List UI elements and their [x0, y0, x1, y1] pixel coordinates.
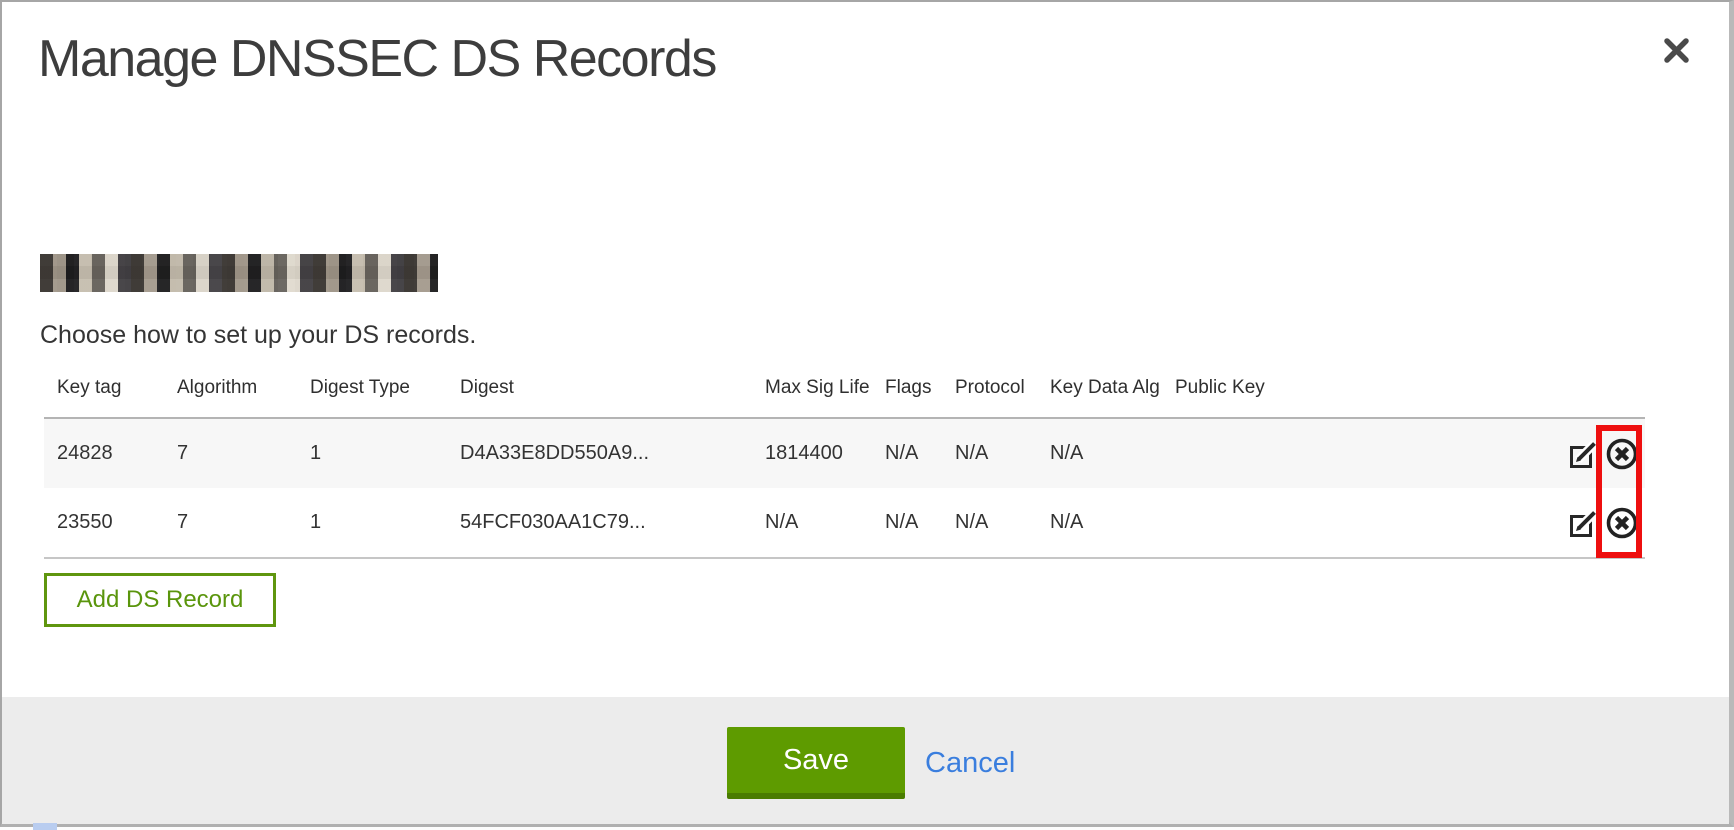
column-header-actions — [1344, 370, 1645, 418]
instruction-text: Choose how to set up your DS records. — [40, 321, 476, 350]
cell-protocol: N/A — [942, 418, 1037, 488]
page-background: Manage DNSSEC DS Records Choose how to s… — [0, 0, 1734, 830]
edit-record-icon — [1568, 508, 1598, 538]
delete-record-icon — [1605, 506, 1639, 540]
cell-flags: N/A — [872, 488, 942, 558]
cell-actions — [1344, 418, 1645, 488]
cell-max-sig-life: N/A — [752, 488, 872, 558]
column-header-digest-type: Digest Type — [297, 370, 447, 418]
cell-algorithm: 7 — [164, 488, 297, 558]
cell-key-tag: 24828 — [44, 418, 164, 488]
column-header-public-key: Public Key — [1162, 370, 1344, 418]
cell-public-key — [1162, 488, 1344, 558]
column-header-flags: Flags — [872, 370, 942, 418]
column-header-key-tag: Key tag — [44, 370, 164, 418]
table-header-row: Key tag Algorithm Digest Type Digest Max… — [44, 370, 1645, 418]
redacted-domain-name — [40, 254, 438, 292]
edit-record-icon — [1568, 439, 1598, 469]
cell-key-tag: 23550 — [44, 488, 164, 558]
edit-record-button[interactable] — [1568, 439, 1598, 469]
cell-protocol: N/A — [942, 488, 1037, 558]
cell-digest-type: 1 — [297, 418, 447, 488]
cancel-link[interactable]: Cancel — [925, 747, 1015, 780]
column-header-protocol: Protocol — [942, 370, 1037, 418]
table-row: 23550 7 1 54FCF030AA1C79... N/A N/A N/A … — [44, 488, 1645, 558]
edit-record-button[interactable] — [1568, 508, 1598, 538]
cell-digest-type: 1 — [297, 488, 447, 558]
cell-algorithm: 7 — [164, 418, 297, 488]
close-icon — [1663, 37, 1690, 64]
delete-record-button[interactable] — [1605, 437, 1639, 471]
background-page-fragment — [33, 823, 57, 830]
save-button[interactable]: Save — [727, 727, 905, 799]
cell-key-data-alg: N/A — [1037, 488, 1162, 558]
column-header-key-data-alg: Key Data Alg — [1037, 370, 1162, 418]
column-header-algorithm: Algorithm — [164, 370, 297, 418]
cell-key-data-alg: N/A — [1037, 418, 1162, 488]
manage-dnssec-dialog: Manage DNSSEC DS Records Choose how to s… — [0, 0, 1734, 827]
delete-record-button[interactable] — [1605, 506, 1639, 540]
delete-record-icon — [1605, 437, 1639, 471]
cell-max-sig-life: 1814400 — [752, 418, 872, 488]
column-header-max-sig-life: Max Sig Life — [752, 370, 872, 418]
page-title: Manage DNSSEC DS Records — [38, 29, 716, 89]
close-button[interactable] — [1656, 30, 1696, 70]
cell-digest: D4A33E8DD550A9... — [447, 418, 752, 488]
add-ds-record-button[interactable]: Add DS Record — [44, 573, 276, 627]
cell-digest: 54FCF030AA1C79... — [447, 488, 752, 558]
column-header-digest: Digest — [447, 370, 752, 418]
ds-records-table: Key tag Algorithm Digest Type Digest Max… — [44, 370, 1645, 559]
dialog-footer: Save Cancel — [2, 697, 1729, 824]
cell-public-key — [1162, 418, 1344, 488]
cell-actions — [1344, 488, 1645, 558]
cell-flags: N/A — [872, 418, 942, 488]
table-row: 24828 7 1 D4A33E8DD550A9... 1814400 N/A … — [44, 418, 1645, 488]
